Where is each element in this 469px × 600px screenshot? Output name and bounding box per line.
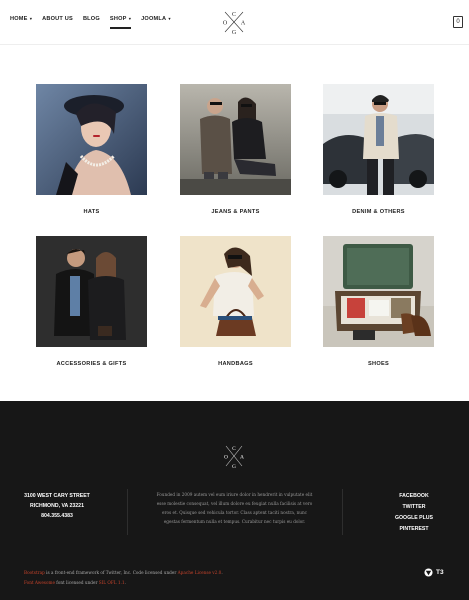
chevron-down-icon: ▾ <box>127 16 132 21</box>
footer-legal: Bootstrap is a front-end framework of Tw… <box>24 568 223 588</box>
chevron-down-icon: ▾ <box>167 16 171 21</box>
logo-letter-bottom: G <box>232 30 237 35</box>
social-link-pinterest[interactable]: PINTEREST <box>384 524 444 535</box>
product-shoes[interactable]: SHOES <box>323 236 434 367</box>
product-image-accessories-gifts <box>36 236 147 347</box>
nav-shop[interactable]: SHOP ▾ <box>109 16 132 29</box>
nav-joomla[interactable]: JOOMLA ▾ <box>141 16 171 22</box>
product-label[interactable]: HATS <box>36 209 147 215</box>
product-image-shoes <box>323 236 434 347</box>
main-nav: HOME ▾ ABOUT US BLOG SHOP ▾ JOOMLA ▾ <box>10 16 171 29</box>
product-image-hats <box>36 84 147 195</box>
product-label[interactable]: JEANS & PANTS <box>180 209 291 215</box>
social-link-twitter[interactable]: TWITTER <box>384 502 444 513</box>
logo-letter-bottom: G <box>232 464 236 469</box>
logo-letter-right: A <box>241 21 246 27</box>
apache-license-link[interactable]: Apache License v2.0 <box>178 570 222 575</box>
social-link-google-plus[interactable]: GOOGLE PLUS <box>384 513 444 524</box>
cart-count: 0 <box>456 19 460 25</box>
product-image-handbags <box>180 236 291 347</box>
product-label[interactable]: DENIM & OTHERS <box>323 209 434 215</box>
site-header: HOME ▾ ABOUT US BLOG SHOP ▾ JOOMLA ▾ C O… <box>0 0 469 45</box>
divider <box>127 489 128 535</box>
product-image-denim-others <box>323 84 434 195</box>
legal-text: is a front-end framework of Twitter, Inc… <box>44 570 178 575</box>
t3-label: T3 <box>436 569 444 576</box>
social-link-facebook[interactable]: FACEBOOK <box>384 491 444 502</box>
footer-social-links: FACEBOOK TWITTER GOOGLE PLUS PINTEREST <box>384 491 444 535</box>
nav-home[interactable]: HOME ▾ <box>10 16 32 22</box>
logo-letter-left: O <box>223 21 228 27</box>
product-label[interactable]: SHOES <box>323 361 434 367</box>
product-hats[interactable]: HATS <box>36 84 147 215</box>
product-denim-others[interactable]: DENIM & OTHERS <box>323 84 434 215</box>
product-label[interactable]: HANDBAGS <box>180 361 291 367</box>
address-city: RICHMOND, VA 23221 <box>30 503 84 509</box>
logo-letter-right: A <box>240 455 244 461</box>
font-awesome-link[interactable]: Font Awesome <box>24 580 55 585</box>
sil-license-link[interactable]: SIL OFL 1.1 <box>99 580 125 585</box>
nav-blog[interactable]: BLOG <box>83 16 100 22</box>
bootstrap-link[interactable]: Bootstrap <box>24 570 45 575</box>
t3-logo-icon <box>424 568 433 577</box>
legal-period: . <box>124 580 126 585</box>
product-handbags[interactable]: HANDBAGS <box>180 236 291 367</box>
product-image-jeans-pants <box>180 84 291 195</box>
logo-letter-top: C <box>232 446 236 452</box>
product-accessories-gifts[interactable]: ACCESSORIES & GIFTS <box>36 236 147 367</box>
logo-letter-top: C <box>232 12 236 18</box>
nav-about-us[interactable]: ABOUT US <box>42 16 73 22</box>
footer-about-text: Founded in 2009 autem vel eum iriure dol… <box>156 492 313 524</box>
legal-text: font licensed under <box>54 580 99 585</box>
product-jeans-pants[interactable]: JEANS & PANTS <box>180 84 291 215</box>
address-street: 3100 WEST CARY STREET <box>24 493 90 499</box>
footer-address: 3100 WEST CARY STREET RICHMOND, VA 23221… <box>18 491 96 521</box>
legal-period: . <box>221 570 223 575</box>
cart-button[interactable]: 0 <box>453 16 463 28</box>
chevron-down-icon: ▾ <box>28 16 33 21</box>
t3-badge[interactable]: T3 <box>424 568 444 577</box>
address-phone: 804.355.4383 <box>41 513 73 519</box>
product-label[interactable]: ACCESSORIES & GIFTS <box>36 361 147 367</box>
footer-logo[interactable]: C O A G <box>222 443 246 469</box>
divider <box>342 489 343 535</box>
site-logo[interactable]: C O A G <box>220 9 248 35</box>
logo-letter-left: O <box>224 455 228 461</box>
